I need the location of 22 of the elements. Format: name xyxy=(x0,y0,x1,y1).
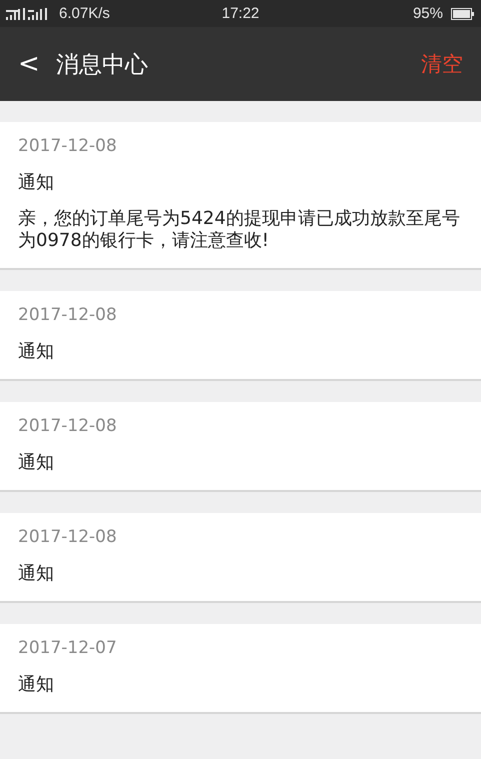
page-title: 消息中心 xyxy=(56,50,149,80)
message-date: 2017-12-07 xyxy=(18,638,118,658)
message-date: 2017-12-08 xyxy=(18,527,118,547)
clock: 17:22 xyxy=(222,5,260,22)
battery-icon xyxy=(451,8,475,20)
message-card[interactable]: 2017-12-07 通知 xyxy=(0,624,481,714)
message-title: 通知 xyxy=(18,673,55,696)
battery-level: 95% xyxy=(412,5,443,22)
message-card[interactable]: 2017-12-08 通知 亲，您的订单尾号为5424的提现申请已成功放款至尾号为0978的银行卡，请注意查收! xyxy=(0,122,481,270)
message-card[interactable]: 2017-12-08 通知 xyxy=(0,402,481,492)
message-title: 通知 xyxy=(18,562,55,585)
message-title: 通知 xyxy=(18,340,55,363)
message-title: 通知 xyxy=(18,171,55,194)
message-title: 通知 xyxy=(18,451,55,474)
back-button[interactable]: < xyxy=(18,49,40,79)
message-card[interactable]: 2017-12-08 通知 xyxy=(0,513,481,603)
message-date: 2017-12-08 xyxy=(18,305,118,325)
message-date: 2017-12-08 xyxy=(18,416,118,436)
network-speed: 6.07K/s xyxy=(59,5,110,22)
message-date: 2017-12-08 xyxy=(18,136,118,156)
message-body: 亲，您的订单尾号为5424的提现申请已成功放款至尾号为0978的银行卡，请注意查收! xyxy=(18,208,461,252)
message-card[interactable]: 2017-12-08 通知 xyxy=(0,291,481,381)
